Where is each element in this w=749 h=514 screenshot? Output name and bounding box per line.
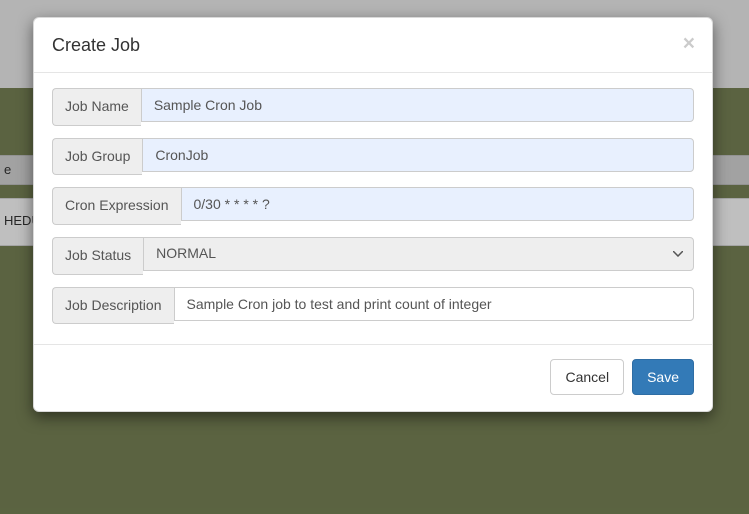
- job-description-group: Job Description: [52, 287, 694, 325]
- cron-expression-input[interactable]: [181, 187, 695, 221]
- modal-footer: Cancel Save: [34, 344, 712, 411]
- job-status-select[interactable]: NORMAL: [143, 237, 694, 271]
- job-name-input[interactable]: [141, 88, 694, 122]
- job-group-input[interactable]: [142, 138, 694, 172]
- modal-title: Create Job: [52, 33, 140, 58]
- cancel-button[interactable]: Cancel: [550, 359, 624, 395]
- job-status-label: Job Status: [52, 237, 143, 275]
- job-status-group: Job Status NORMAL: [52, 237, 694, 275]
- save-button[interactable]: Save: [632, 359, 694, 395]
- create-job-modal: Create Job × Job Name Job Group Cron Exp…: [33, 17, 713, 412]
- job-description-input[interactable]: [174, 287, 695, 321]
- close-button[interactable]: ×: [681, 33, 697, 54]
- modal-body: Job Name Job Group Cron Expression Job S…: [34, 73, 712, 344]
- job-name-label: Job Name: [52, 88, 141, 126]
- job-group-label: Job Group: [52, 138, 142, 176]
- modal-header: Create Job ×: [34, 18, 712, 73]
- job-name-group: Job Name: [52, 88, 694, 126]
- job-description-label: Job Description: [52, 287, 174, 325]
- job-group-group: Job Group: [52, 138, 694, 176]
- cron-expression-label: Cron Expression: [52, 187, 181, 225]
- cron-expression-group: Cron Expression: [52, 187, 694, 225]
